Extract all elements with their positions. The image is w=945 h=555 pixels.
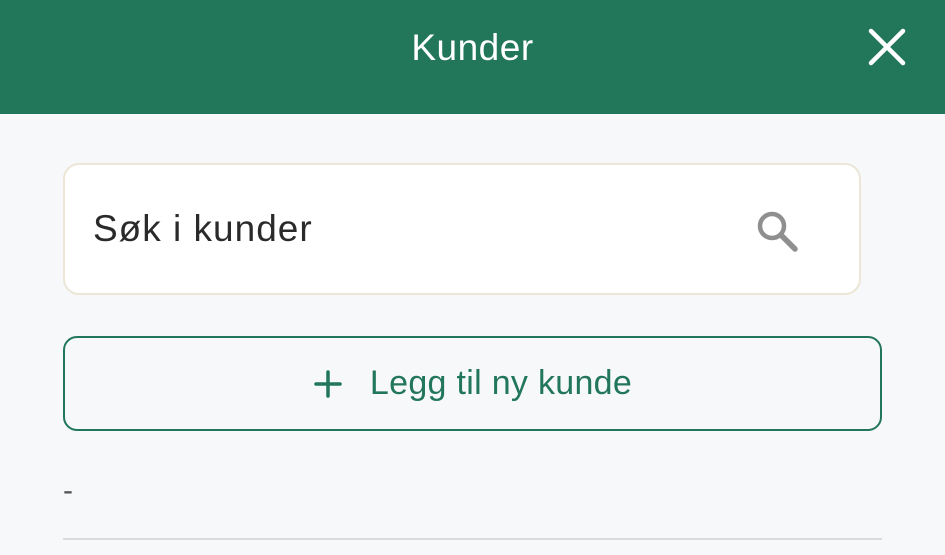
search-input[interactable] <box>93 165 733 293</box>
add-customer-button-content: Legg til ny kunde <box>65 338 880 429</box>
add-customer-button-label: Legg til ny kunde <box>369 364 633 402</box>
page-title: Kunder <box>411 27 534 68</box>
app-header: Kunder <box>0 0 945 114</box>
add-customer-button[interactable]: Legg til ny kunde <box>63 336 882 431</box>
customer-list-item[interactable]: - <box>63 462 882 540</box>
search-box[interactable] <box>63 163 861 295</box>
close-button[interactable] <box>862 22 912 72</box>
customer-name: - <box>63 474 73 507</box>
plus-icon <box>313 369 343 399</box>
close-icon <box>868 28 906 66</box>
search-icon[interactable] <box>755 209 801 255</box>
